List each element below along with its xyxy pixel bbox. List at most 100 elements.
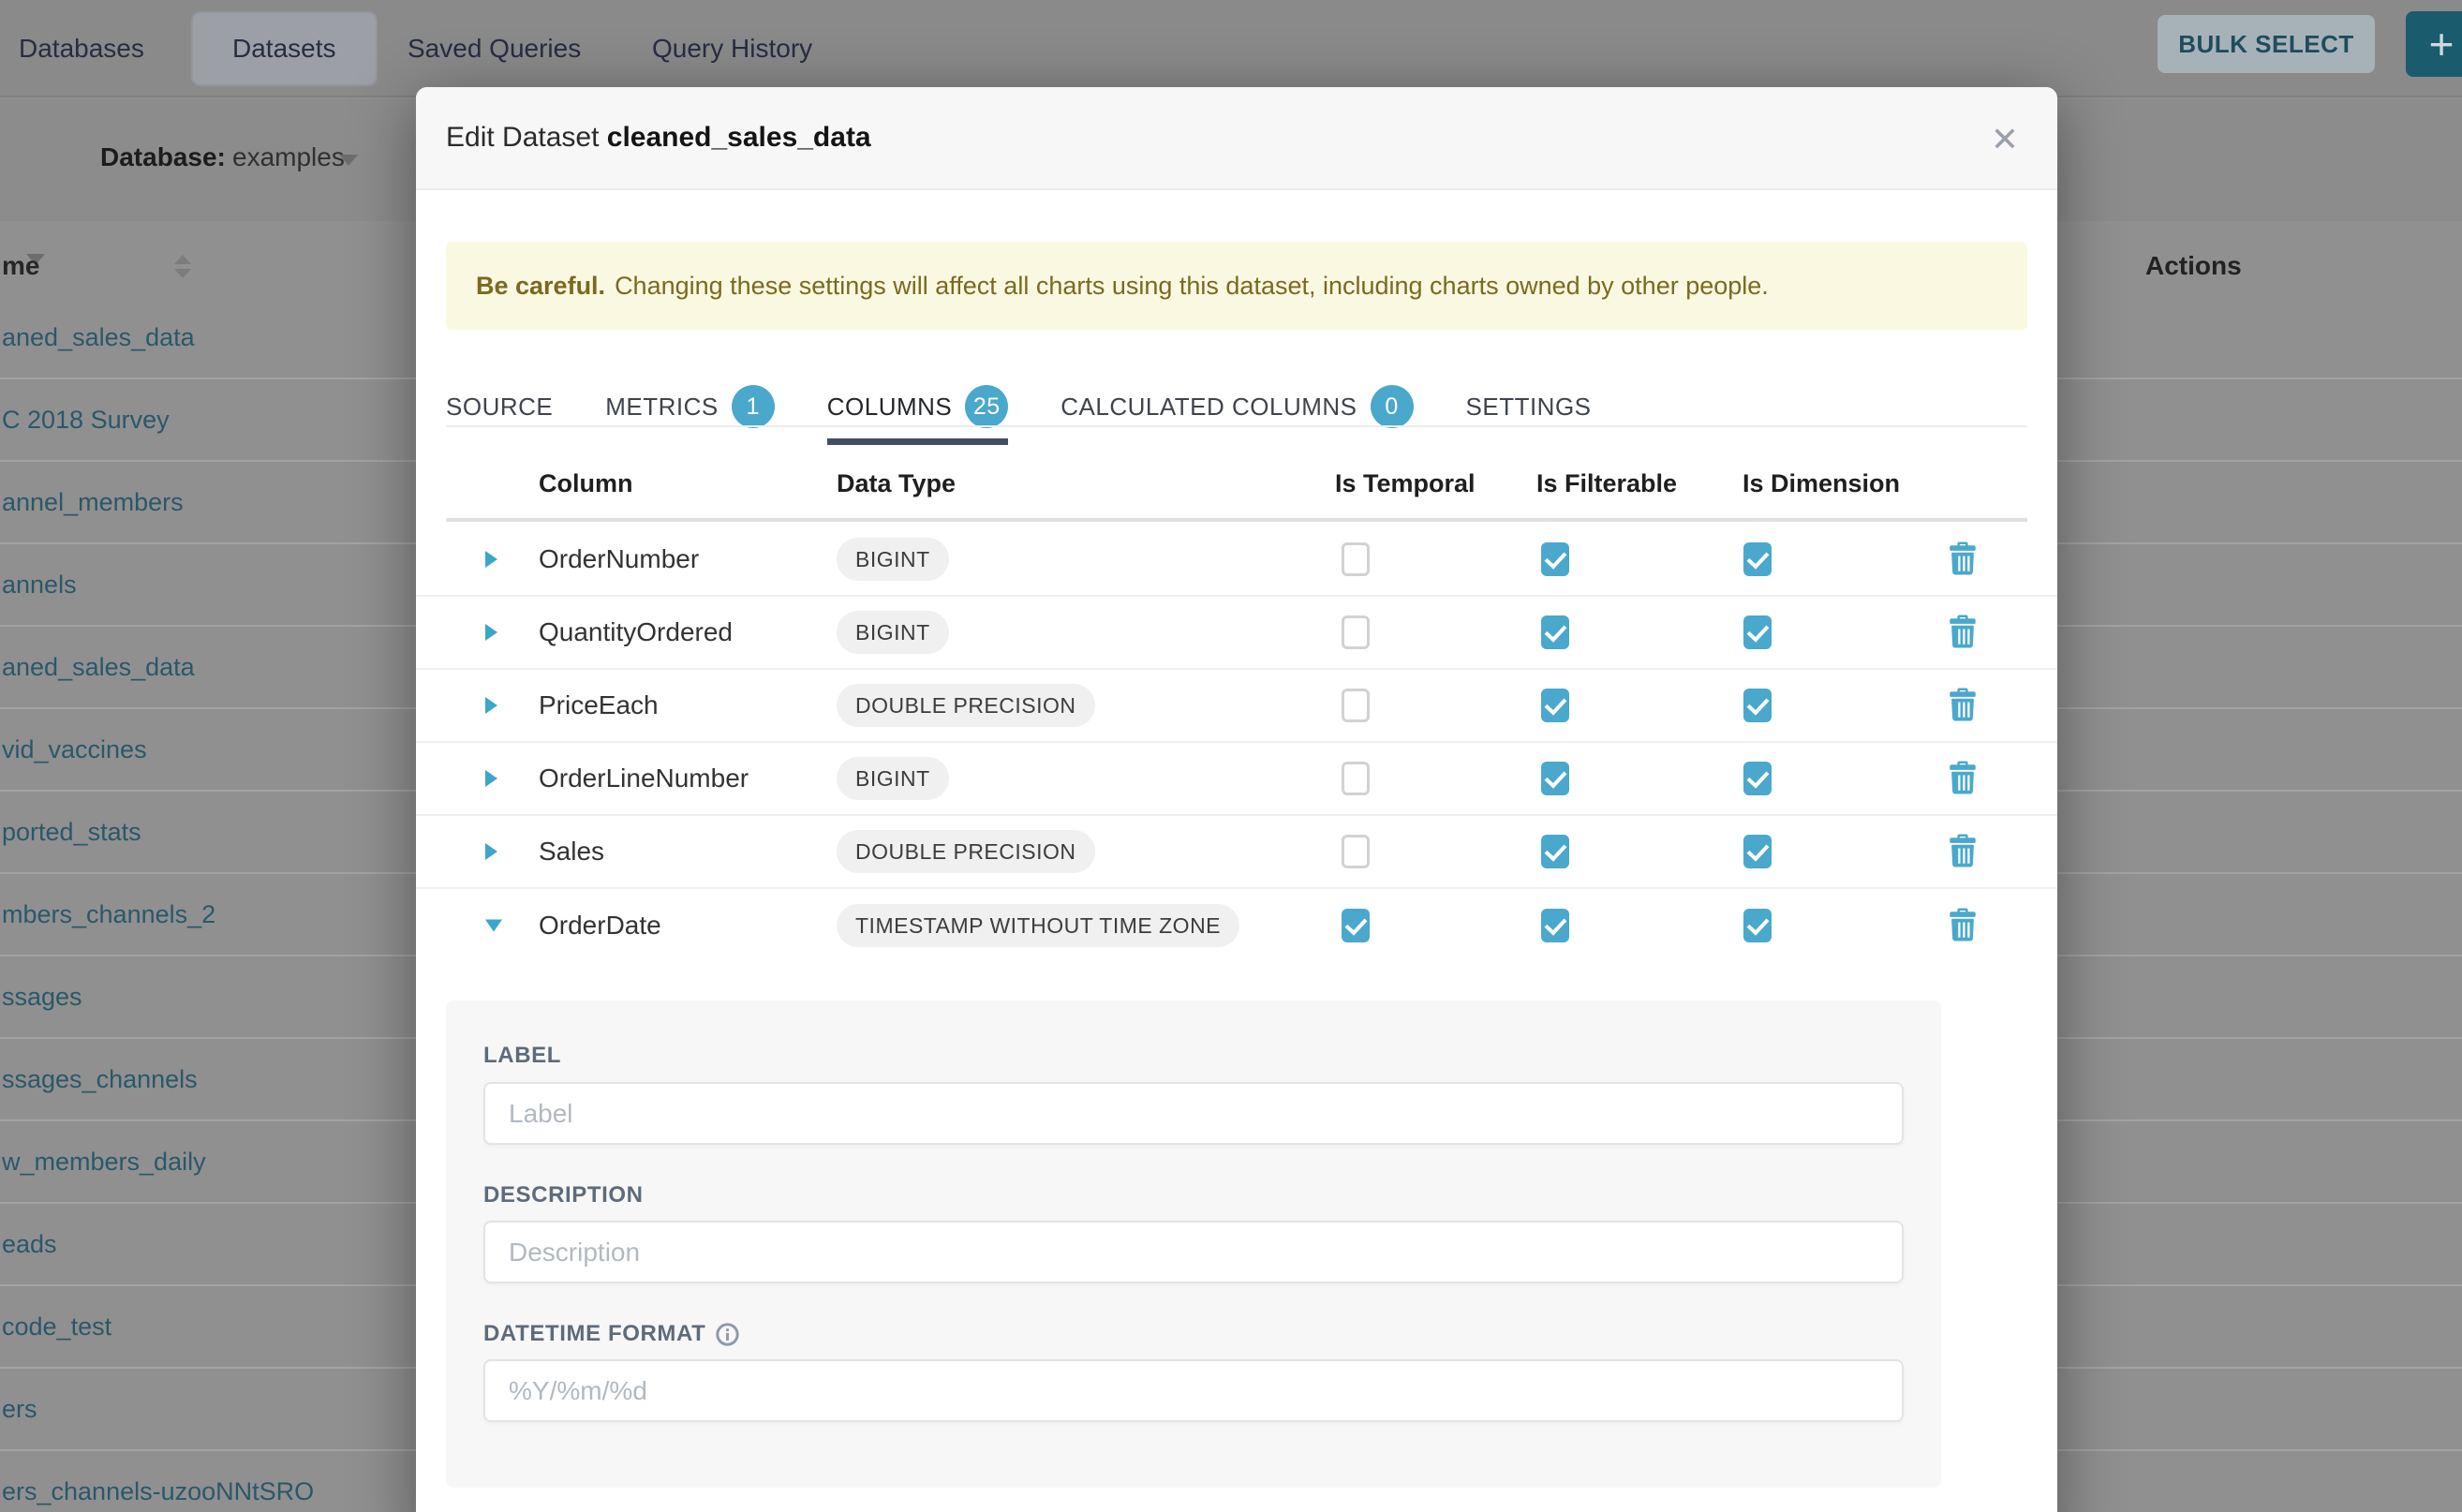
is-temporal-checkbox[interactable] [1342, 542, 1370, 576]
edit-dataset-modal: Edit Dataset cleaned_sales_data ✕ Be car… [416, 87, 2057, 1512]
tab-label: SOURCE [446, 393, 553, 422]
tab-columns[interactable]: COLUMNS25 [827, 385, 1009, 428]
dataset-link[interactable]: w_members_daily [0, 1148, 206, 1177]
nav-item-datasets-active[interactable]: Datasets [191, 11, 378, 86]
columns-table-header: Column Data Type Is Temporal Is Filterab… [416, 469, 2057, 514]
is-temporal-checkbox[interactable] [1342, 762, 1370, 795]
add-dataset-button[interactable]: + [2406, 11, 2462, 77]
table-row: OrderLineNumber BIGINT [416, 743, 2057, 816]
delete-column-icon[interactable] [1947, 833, 1979, 870]
nav-item-databases[interactable]: Databases [19, 0, 144, 97]
modal-header: Edit Dataset cleaned_sales_data ✕ [416, 87, 2057, 190]
is-dimension-checkbox[interactable] [1743, 689, 1772, 722]
datetime-format-heading: DATETIME FORMAT [483, 1321, 740, 1347]
is-filterable-checkbox[interactable] [1541, 689, 1569, 722]
is-temporal-checkbox[interactable] [1342, 835, 1370, 868]
dataset-link[interactable]: aned_sales_data [0, 323, 195, 352]
table-row: OrderNumber BIGINT [416, 524, 2057, 597]
bulk-select-button[interactable]: BULK SELECT [2158, 15, 2375, 73]
delete-column-icon[interactable] [1947, 907, 1979, 944]
warning-text: Changing these settings will affect all … [615, 272, 1769, 301]
is-filterable-checkbox[interactable] [1541, 835, 1569, 868]
tab-metrics[interactable]: METRICS1 [605, 385, 775, 428]
warning-bold: Be careful. [476, 272, 605, 301]
tabs-divider [446, 425, 2027, 427]
tab-calculated-columns[interactable]: CALCULATED COLUMNS 0 [1060, 385, 1413, 428]
delete-column-icon[interactable] [1947, 760, 1979, 797]
expand-caret-icon[interactable] [485, 843, 497, 860]
close-icon[interactable]: ✕ [1979, 113, 2031, 166]
table-row: Sales DOUBLE PRECISION [416, 816, 2057, 889]
metrics-count-badge: 1 [732, 385, 775, 428]
nav-item-query-history[interactable]: Query History [652, 0, 812, 97]
collapse-caret-icon[interactable] [485, 920, 502, 932]
column-header-name[interactable]: me [2, 251, 39, 281]
tab-label: COLUMNS [827, 393, 953, 422]
dataset-link[interactable]: C 2018 Survey [0, 406, 170, 435]
table-header-border [446, 518, 2027, 522]
dataset-link[interactable]: eads [0, 1230, 57, 1259]
delete-column-icon[interactable] [1947, 687, 1979, 724]
column-name: QuantityOrdered [539, 617, 733, 647]
is-dimension-checkbox[interactable] [1743, 909, 1772, 942]
is-filterable-checkbox[interactable] [1541, 615, 1569, 649]
expand-caret-icon[interactable] [485, 770, 497, 787]
is-temporal-checkbox[interactable] [1342, 909, 1370, 942]
plus-icon: + [2429, 19, 2455, 69]
is-temporal-checkbox[interactable] [1342, 689, 1370, 722]
dataset-link[interactable]: mbers_channels_2 [0, 900, 215, 929]
is-filterable-checkbox[interactable] [1541, 762, 1569, 795]
dataset-link[interactable]: aned_sales_data [0, 653, 195, 682]
dataset-link[interactable]: ported_stats [0, 818, 141, 847]
chevron-down-icon[interactable] [339, 155, 358, 166]
dataset-link[interactable]: code_test [0, 1312, 111, 1342]
is-dimension-checkbox[interactable] [1743, 835, 1772, 868]
is-dimension-checkbox[interactable] [1743, 615, 1772, 649]
dataset-link[interactable]: ers_channels-uzooNNtSRO [0, 1477, 314, 1506]
column-name: OrderNumber [539, 544, 699, 574]
header-is-filterable: Is Filterable [1536, 469, 1677, 498]
columns-table-body: OrderNumber BIGINT QuantityOrdered BIGIN… [416, 524, 2057, 962]
table-row: PriceEach DOUBLE PRECISION [416, 670, 2057, 743]
tab-label: SETTINGS [1466, 393, 1592, 422]
header-is-dimension: Is Dimension [1743, 469, 1900, 498]
tab-label: CALCULATED COLUMNS [1060, 393, 1357, 422]
modal-title-prefix: Edit Dataset [446, 122, 607, 153]
expand-caret-icon[interactable] [485, 624, 497, 641]
nav-item-saved-queries[interactable]: Saved Queries [408, 0, 581, 97]
dataset-link[interactable]: ssages_channels [0, 1065, 198, 1094]
label-input[interactable] [483, 1082, 1904, 1145]
delete-column-icon[interactable] [1947, 614, 1979, 651]
is-dimension-checkbox[interactable] [1743, 762, 1772, 795]
dataset-link[interactable]: ssages [0, 983, 82, 1012]
database-filter-label: Database: [100, 142, 226, 172]
database-filter-value[interactable]: examples [232, 142, 345, 172]
is-dimension-checkbox[interactable] [1743, 542, 1772, 576]
dataset-link[interactable]: annels [0, 571, 77, 600]
dataset-link[interactable]: annel_members [0, 488, 184, 517]
datetime-format-input[interactable] [483, 1359, 1904, 1422]
header-column: Column [539, 469, 633, 498]
is-filterable-checkbox[interactable] [1541, 542, 1569, 576]
dataset-link[interactable]: ers [0, 1395, 37, 1424]
info-icon[interactable] [715, 1322, 740, 1347]
description-input[interactable] [483, 1221, 1904, 1283]
tab-settings[interactable]: SETTINGS [1466, 385, 1592, 428]
is-filterable-checkbox[interactable] [1541, 909, 1569, 942]
screen: Databases Datasets Saved Queries Query H… [0, 0, 2462, 1512]
expand-caret-icon[interactable] [485, 697, 497, 714]
dataset-link[interactable]: vid_vaccines [0, 735, 147, 764]
data-type-pill: TIMESTAMP WITHOUT TIME ZONE [837, 904, 1239, 947]
data-type-pill: DOUBLE PRECISION [837, 830, 1095, 873]
data-type-pill: BIGINT [837, 757, 949, 800]
tab-source[interactable]: SOURCE [446, 385, 553, 428]
description-field-heading: DESCRIPTION [483, 1182, 644, 1208]
column-name: Sales [539, 837, 604, 867]
sort-icon[interactable] [174, 255, 191, 278]
label-field-heading: LABEL [483, 1043, 561, 1069]
warning-banner: Be careful. Changing these settings will… [446, 242, 2027, 330]
is-temporal-checkbox[interactable] [1342, 615, 1370, 649]
calculated-columns-count-badge: 0 [1371, 385, 1414, 428]
expand-caret-icon[interactable] [485, 551, 497, 568]
delete-column-icon[interactable] [1947, 541, 1979, 578]
